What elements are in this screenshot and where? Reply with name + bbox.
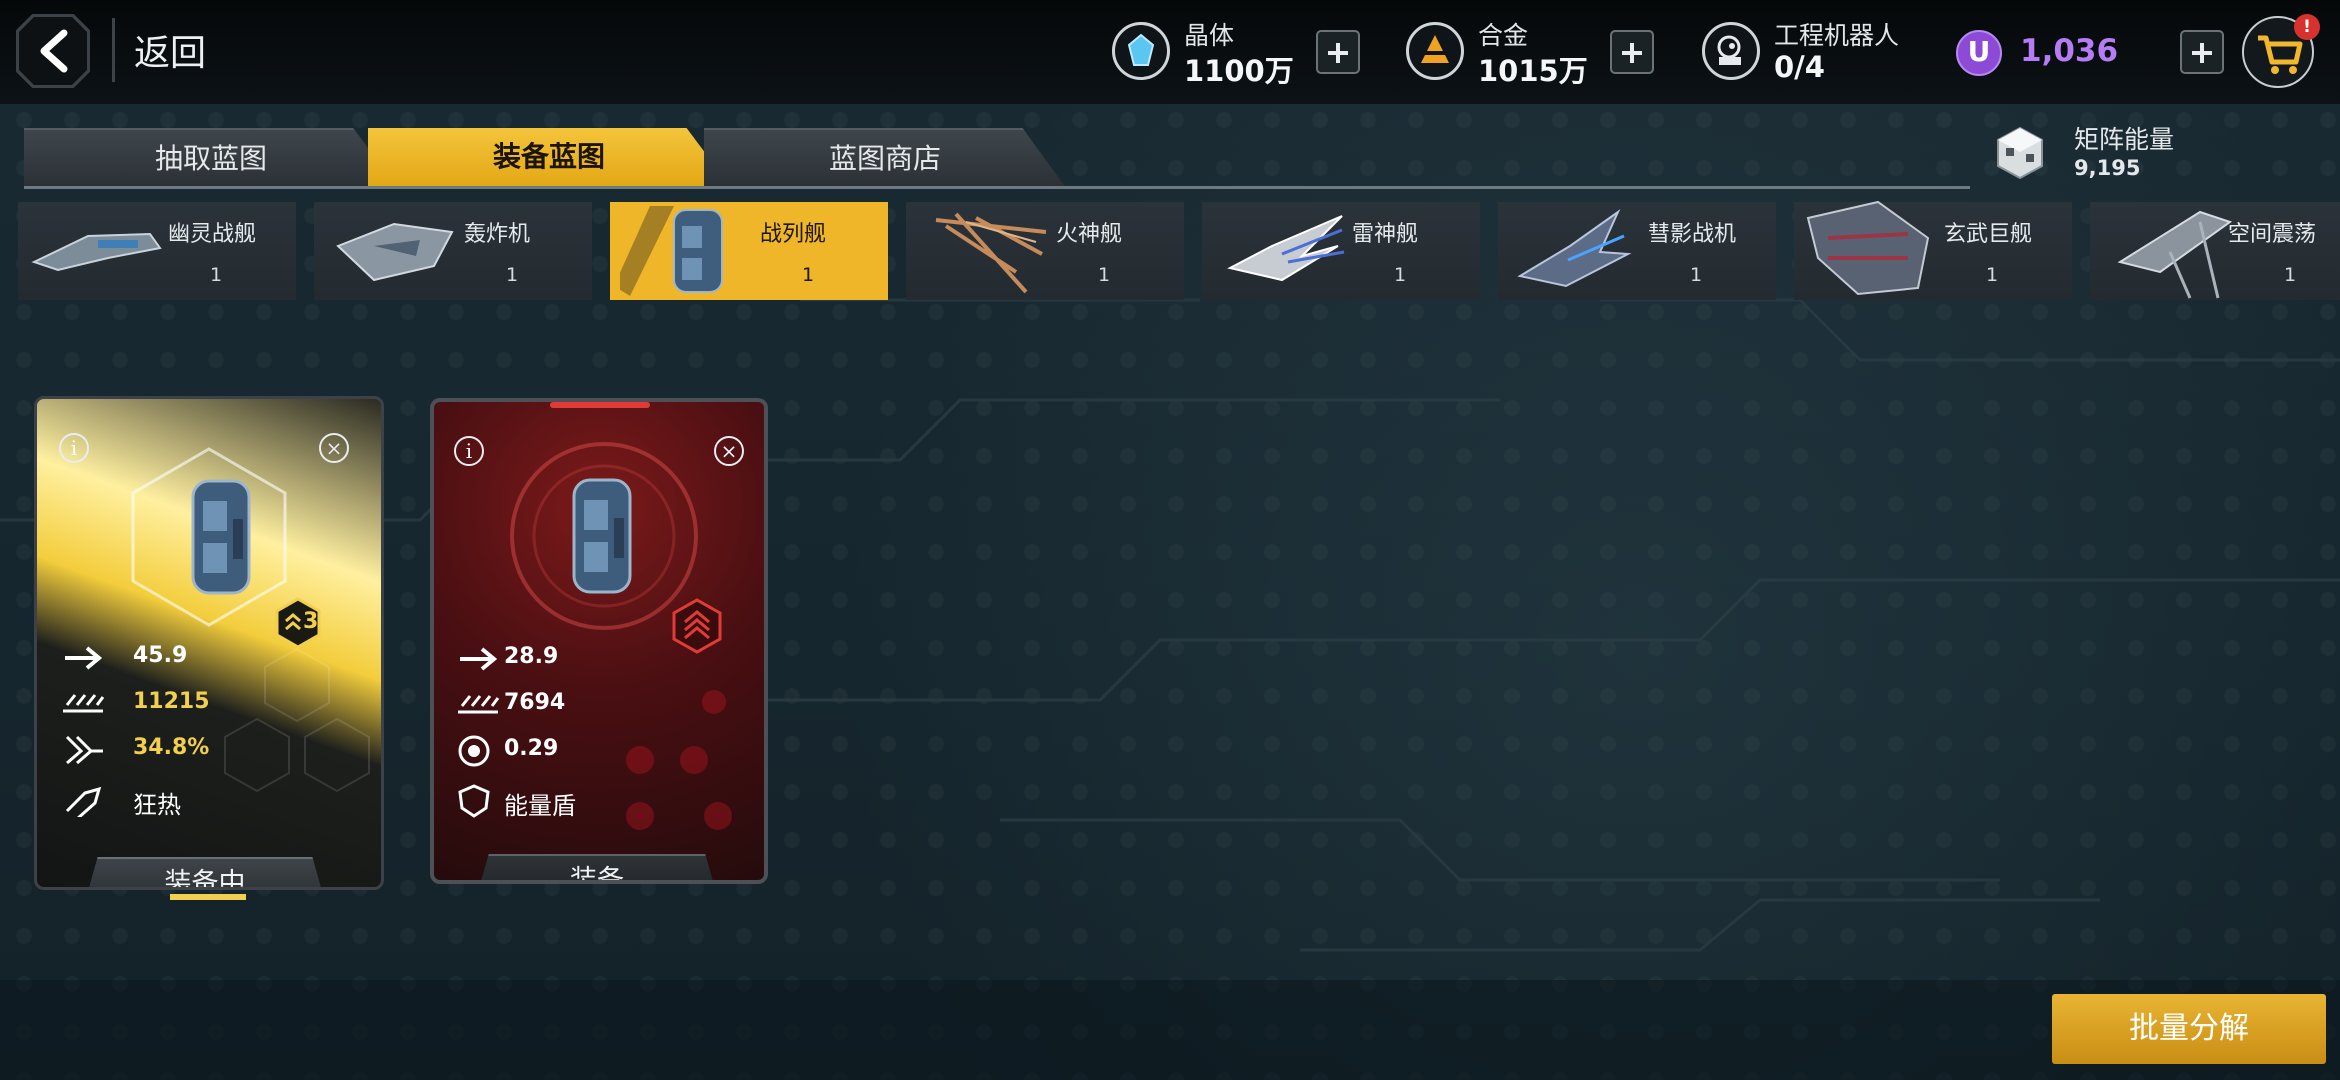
ship-category-battleship[interactable]: 战列舰 1 bbox=[610, 202, 888, 300]
speed-arrow-icon bbox=[460, 647, 498, 671]
robot-icon bbox=[1702, 22, 1760, 80]
ship-category-count: 1 bbox=[210, 264, 223, 286]
equip-button[interactable]: 装备 bbox=[474, 854, 720, 880]
close-icon[interactable]: × bbox=[714, 436, 744, 466]
matrix-cube-icon bbox=[1997, 126, 2043, 180]
close-icon[interactable]: × bbox=[319, 433, 349, 463]
ship-category-xuanwu[interactable]: 玄武巨舰 1 bbox=[1794, 200, 2072, 300]
ship-category-comet[interactable]: 彗影战机 1 bbox=[1498, 202, 1776, 300]
robot-value: 0/4 bbox=[1774, 50, 1825, 84]
ship-category-name: 轰炸机 bbox=[464, 222, 531, 247]
stat-value: 28.9 bbox=[504, 644, 559, 669]
ship-category-count: 1 bbox=[506, 264, 519, 286]
premium-currency-icon: U bbox=[1956, 30, 2002, 76]
ship-category-name: 幽灵战舰 bbox=[168, 222, 257, 247]
battleship-icon bbox=[620, 206, 723, 296]
ship-category-space-quake[interactable]: 空间震荡 1 bbox=[2090, 202, 2340, 300]
ship-category-name: 火神舰 bbox=[1056, 222, 1123, 247]
back-label[interactable]: 返回 bbox=[134, 24, 206, 76]
critical-icon bbox=[65, 735, 103, 765]
rank-number: 3 bbox=[303, 609, 319, 634]
add-alloy-button[interactable] bbox=[1610, 30, 1654, 74]
ship-category-count: 1 bbox=[1690, 264, 1703, 286]
crystal-label: 晶体 bbox=[1184, 21, 1235, 50]
ship-category-name: 空间震荡 bbox=[2228, 222, 2317, 247]
rank-chevron-icon bbox=[672, 598, 722, 654]
batch-dismantle-button[interactable]: 批量分解 bbox=[2052, 994, 2326, 1064]
ship-category-name: 雷神舰 bbox=[1352, 222, 1419, 247]
ship-category-name: 彗影战机 bbox=[1648, 222, 1737, 247]
stat-value: 45.9 bbox=[133, 643, 188, 668]
info-icon[interactable]: i bbox=[59, 433, 89, 463]
ship-category-count: 1 bbox=[1098, 264, 1111, 286]
info-icon[interactable]: i bbox=[454, 436, 484, 466]
xuanwu-ship-icon bbox=[1806, 200, 1930, 296]
tab-underline bbox=[24, 186, 1970, 189]
matrix-energy-value: 9,195 bbox=[2074, 156, 2141, 180]
equipped-indicator bbox=[170, 894, 246, 900]
ghost-ship-icon bbox=[31, 232, 162, 272]
armor-icon bbox=[63, 694, 105, 713]
skill-icon bbox=[65, 786, 102, 817]
rank-badge: 3 bbox=[273, 597, 323, 649]
bottom-strip bbox=[0, 980, 2340, 1080]
back-button[interactable] bbox=[16, 14, 90, 88]
equipped-button[interactable]: 装备中 bbox=[83, 857, 327, 887]
stat-value: 狂热 bbox=[133, 791, 181, 819]
matrix-energy-label: 矩阵能量 bbox=[2074, 125, 2175, 154]
tab-draw-blueprint[interactable]: 抽取蓝图 bbox=[24, 128, 398, 188]
stat-value: 11215 bbox=[133, 689, 210, 714]
shield-icon bbox=[458, 784, 490, 818]
add-premium-button[interactable] bbox=[2180, 30, 2224, 74]
blueprint-card-equipped[interactable]: i × 3 45.9 11215 34.8% 狂热 装备中 bbox=[34, 396, 384, 890]
blueprint-card[interactable]: i × 28.9 7694 0.29 能量盾 装备 bbox=[430, 398, 768, 884]
ship-category-count: 1 bbox=[2284, 264, 2297, 286]
notification-badge: ! bbox=[2294, 14, 2320, 40]
bomber-ship-icon bbox=[336, 222, 454, 282]
stat-value: 34.8% bbox=[133, 735, 210, 760]
comet-ship-icon bbox=[1517, 209, 1632, 288]
ship-category-name: 战列舰 bbox=[760, 222, 827, 247]
battleship-icon bbox=[191, 479, 251, 595]
alloy-label: 合金 bbox=[1478, 21, 1529, 50]
vulcan-ship-icon bbox=[935, 212, 1047, 294]
tab-blueprint-shop[interactable]: 蓝图商店 bbox=[704, 128, 1066, 188]
rate-icon bbox=[458, 735, 490, 767]
ship-category-ghost[interactable]: 幽灵战舰 1 bbox=[18, 202, 296, 300]
stat-value: 0.29 bbox=[504, 736, 559, 761]
tab-equip-blueprint[interactable]: 装备蓝图 bbox=[368, 128, 730, 186]
ship-category-vulcan[interactable]: 火神舰 1 bbox=[906, 202, 1184, 300]
thunder-ship-icon bbox=[1227, 215, 1345, 282]
alloy-icon bbox=[1406, 22, 1464, 80]
ship-category-count: 1 bbox=[1394, 264, 1407, 286]
divider bbox=[112, 18, 115, 82]
ship-category-name: 玄武巨舰 bbox=[1944, 222, 2033, 247]
battleship-icon bbox=[572, 478, 632, 594]
alloy-value: 1015万 bbox=[1478, 54, 1588, 88]
crystal-value: 1100万 bbox=[1184, 54, 1294, 88]
ship-category-count: 1 bbox=[1986, 264, 1999, 286]
ship-category-bomber[interactable]: 轰炸机 1 bbox=[314, 202, 592, 300]
robot-label: 工程机器人 bbox=[1774, 21, 1900, 50]
ship-category-thunder[interactable]: 雷神舰 1 bbox=[1202, 202, 1480, 300]
speed-arrow-icon bbox=[65, 646, 103, 670]
chevron-left-icon bbox=[40, 29, 68, 73]
crystal-icon bbox=[1112, 22, 1170, 80]
premium-currency-value: 1,036 bbox=[2020, 33, 2119, 69]
space-quake-ship-icon bbox=[2117, 210, 2233, 299]
ship-category-count: 1 bbox=[802, 264, 815, 286]
stat-value: 能量盾 bbox=[504, 792, 576, 820]
add-crystal-button[interactable] bbox=[1316, 30, 1360, 74]
stat-value: 7694 bbox=[504, 690, 566, 715]
armor-icon bbox=[458, 695, 500, 714]
